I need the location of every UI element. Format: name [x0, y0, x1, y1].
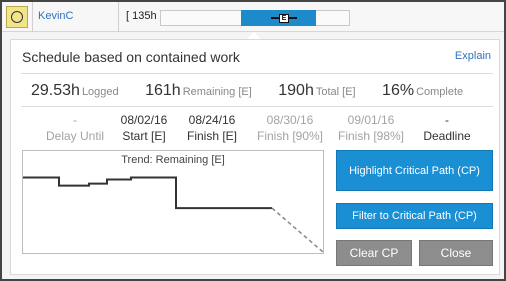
date-label: Finish [90%] [256, 129, 324, 143]
stat-logged: 29.53h Logged [31, 82, 119, 100]
date-finish: 08/24/16 Finish [E] [172, 113, 252, 143]
stat-value: 161h [145, 82, 181, 99]
popup-title: Schedule based on contained work [22, 49, 240, 65]
stat-unit: Remaining [E] [182, 86, 252, 98]
date-value: 08/24/16 [188, 113, 236, 127]
column-divider [118, 2, 119, 32]
filter-critical-path-button[interactable]: Filter to Critical Path (CP) [336, 203, 493, 229]
date-label: Delay Until [45, 129, 105, 143]
date-finish-98: 09/01/16 Finish [98%] [331, 113, 411, 143]
date-label: Deadline [423, 129, 471, 143]
stat-complete: 16% Complete [382, 82, 463, 100]
highlight-critical-path-button[interactable]: Highlight Critical Path (CP) [336, 150, 493, 191]
date-finish-90: 08/30/16 Finish [90%] [250, 113, 330, 143]
date-label: Finish [98%] [337, 129, 405, 143]
user-name-link[interactable]: KevinC [38, 10, 73, 22]
trend-projection-line [271, 207, 324, 253]
trend-chart: Trend: Remaining [E] [22, 150, 324, 254]
date-value: - [445, 113, 449, 127]
stat-value: 29.53h [31, 82, 80, 99]
stat-total: 190h Total [E] [278, 82, 355, 100]
close-button[interactable]: Close [419, 240, 493, 266]
date-deadline: - Deadline [407, 113, 487, 143]
divider [21, 73, 493, 74]
date-label: Finish [E] [186, 129, 237, 143]
gantt-bar[interactable]: E [241, 10, 316, 26]
date-delay-until: - Delay Until [35, 113, 115, 143]
chart-title: Trend: Remaining [E] [121, 154, 225, 166]
window-frame: KevinC [ 135h E Schedule based on contai… [0, 0, 506, 281]
schedule-popup: Schedule based on contained work Explain… [10, 39, 500, 275]
stat-remaining: 161h Remaining [E] [145, 82, 252, 100]
explain-link[interactable]: Explain [455, 50, 491, 62]
status-circle-icon [11, 11, 23, 23]
trend-actual-line [23, 176, 272, 210]
gantt-bar-tick-left [271, 17, 279, 19]
stat-unit: Complete [416, 86, 464, 98]
gantt-bar-tick-right [289, 17, 297, 19]
column-divider [32, 2, 33, 32]
estimate-marker-icon: E [279, 14, 289, 23]
date-value: 08/30/16 [266, 113, 314, 127]
stat-value: 190h [278, 82, 314, 99]
stat-unit: Total [E] [315, 86, 356, 98]
clear-cp-button[interactable]: Clear CP [336, 240, 412, 266]
stat-value: 16% [382, 82, 415, 99]
stat-unit: Logged [81, 86, 119, 98]
resource-row[interactable]: KevinC [ 135h E [2, 2, 504, 32]
hours-cell: [ 135h [126, 10, 157, 22]
date-value: 09/01/16 [347, 113, 395, 127]
row-status-icon[interactable] [6, 6, 28, 28]
divider [21, 106, 493, 107]
date-value: - [73, 113, 77, 127]
stats-row: 29.53h Logged 161h Remaining [E] 190h Total… [31, 82, 485, 100]
trend-chart-svg [23, 176, 324, 253]
